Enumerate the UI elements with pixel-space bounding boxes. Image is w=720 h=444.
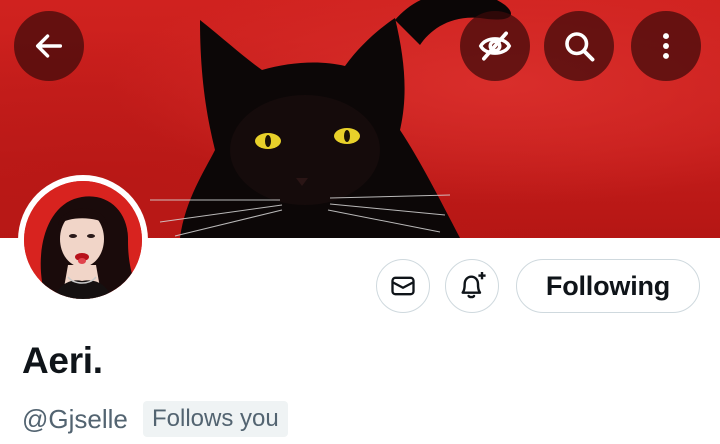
hide-content-button[interactable] [460, 11, 530, 81]
search-icon [565, 32, 595, 62]
user-handle: @Gjselle [22, 404, 128, 434]
more-vertical-icon [663, 33, 669, 59]
search-button[interactable] [544, 11, 614, 81]
follows-you-badge: Follows you [143, 401, 288, 437]
display-name: Aeri. [22, 340, 103, 381]
profile-avatar[interactable] [18, 175, 148, 305]
eye-slash-icon [478, 31, 512, 61]
arrow-left-icon [35, 34, 63, 58]
following-button[interactable]: Following [516, 259, 700, 313]
more-options-button[interactable] [631, 11, 701, 81]
avatar-photo [24, 181, 142, 299]
envelope-icon [391, 276, 415, 296]
back-button[interactable] [14, 11, 84, 81]
notifications-button[interactable] [445, 259, 499, 313]
bell-plus-icon [461, 272, 486, 299]
message-button[interactable] [376, 259, 430, 313]
